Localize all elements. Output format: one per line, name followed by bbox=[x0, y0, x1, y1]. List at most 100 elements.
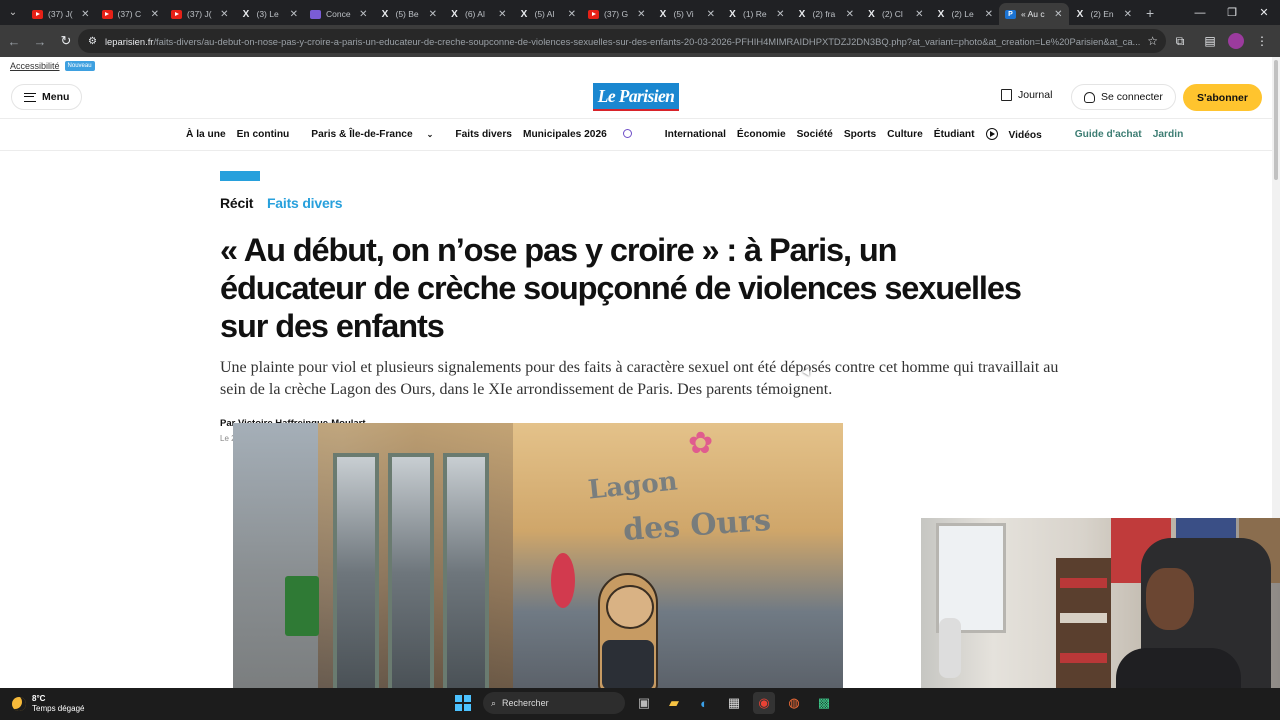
close-tab-icon[interactable]: ✕ bbox=[1124, 9, 1132, 20]
nav-item-paris-label: Paris & Île-de-France bbox=[311, 129, 413, 140]
browser-tab[interactable]: (37) G ✕ bbox=[582, 3, 652, 25]
nav-item-sports[interactable]: Sports bbox=[844, 129, 876, 140]
webcam-bookshelf bbox=[1056, 558, 1111, 708]
weather-widget[interactable]: 8°C Temps dégagé bbox=[12, 694, 84, 714]
nav-item-international[interactable]: International bbox=[665, 129, 726, 140]
close-tab-icon[interactable]: ✕ bbox=[498, 9, 506, 20]
nav-item-etudiant[interactable]: Étudiant bbox=[934, 129, 975, 140]
subscribe-button[interactable]: S'abonner bbox=[1183, 84, 1262, 111]
journal-link[interactable]: Journal bbox=[1001, 89, 1052, 101]
close-tab-icon[interactable]: ✕ bbox=[637, 9, 645, 20]
nav-item-videos[interactable]: Vidéos bbox=[985, 128, 1053, 141]
webcam-books bbox=[1060, 578, 1107, 588]
browser-tab[interactable]: X (5) Be ✕ bbox=[374, 3, 444, 25]
article-section-link[interactable]: Faits divers bbox=[267, 195, 343, 211]
le-parisien-logo[interactable]: Le Parisien bbox=[593, 83, 679, 111]
browser-tab[interactable]: X (5) Vi ✕ bbox=[652, 3, 722, 25]
bookmark-star-icon[interactable]: ☆ bbox=[1147, 34, 1158, 48]
close-tab-icon[interactable]: ✕ bbox=[707, 9, 715, 20]
nav-item-culture[interactable]: Culture bbox=[887, 129, 923, 140]
firefox-icon[interactable]: ◍ bbox=[783, 692, 805, 714]
nav-item-paris[interactable]: Paris & Île-de-France ⌄ bbox=[311, 129, 444, 140]
nav-item-societe[interactable]: Société bbox=[797, 129, 833, 140]
browser-tab[interactable]: (37) C ✕ bbox=[96, 3, 166, 25]
windows-taskbar: 8°C Temps dégagé ⌕ Rechercher ▣ ▰ ◐ ▦ ◉ … bbox=[0, 688, 1280, 720]
close-tab-icon[interactable]: ✕ bbox=[290, 9, 298, 20]
nav-item-a-la-une[interactable]: À la une bbox=[186, 129, 226, 140]
extension-icon bbox=[310, 9, 321, 19]
task-view-icon[interactable]: ▣ bbox=[633, 692, 655, 714]
new-tab-button[interactable]: + bbox=[1146, 5, 1154, 21]
accessibility-link[interactable]: Accessibilité bbox=[10, 61, 60, 71]
nav-item-economie[interactable]: Économie bbox=[737, 129, 786, 140]
browser-tab-active[interactable]: P « Au c ✕ bbox=[999, 3, 1069, 25]
nav-item-municipales-label: Municipales 2026 bbox=[522, 129, 607, 140]
browser-tab[interactable]: X (2) fra ✕ bbox=[791, 3, 861, 25]
tab-list: (37) J(✕ (37) C ✕ (37) J(✕ X (3) Le ✕ Conce… bbox=[26, 0, 1138, 25]
browser-tab[interactable]: X (5) Al ✕ bbox=[513, 3, 583, 25]
close-tab-icon[interactable]: ✕ bbox=[568, 9, 576, 20]
profile-avatar[interactable] bbox=[1228, 33, 1244, 49]
windows-start-icon[interactable] bbox=[455, 695, 471, 711]
close-window-icon[interactable]: ✕ bbox=[1248, 0, 1280, 25]
taskbar-apps: ⌕ Rechercher ▣ ▰ ◐ ▦ ◉ ◍ ▩ bbox=[455, 692, 835, 714]
x-icon: X bbox=[659, 8, 667, 20]
extensions-icon[interactable]: ⧉ bbox=[1168, 29, 1192, 53]
browser-tab[interactable]: X (2) Le ✕ bbox=[930, 3, 1000, 25]
close-tab-icon[interactable]: ✕ bbox=[359, 9, 367, 20]
sidebar-icon[interactable]: ▤ bbox=[1198, 29, 1222, 53]
browser-tab[interactable]: X (3) Le ✕ bbox=[235, 3, 305, 25]
browser-tab[interactable]: (37) J(✕ bbox=[26, 3, 96, 25]
article-kicker: Récit Faits divers bbox=[220, 195, 1070, 211]
chrome-icon[interactable]: ◉ bbox=[753, 692, 775, 714]
reload-icon[interactable]: ↻ bbox=[54, 29, 78, 53]
close-tab-icon[interactable]: ✕ bbox=[776, 9, 784, 20]
nav-item-municipales[interactable]: Municipales 2026 bbox=[523, 129, 643, 140]
back-icon[interactable]: ← bbox=[2, 29, 26, 53]
browser-tab[interactable]: Conce ✕ bbox=[304, 3, 374, 25]
le-parisien-icon: P bbox=[1005, 9, 1016, 19]
article-photo[interactable]: Lagon des Ours ✿ bbox=[233, 423, 843, 688]
address-bar[interactable]: ⚙ leparisien.fr/faits-divers/au-debut-on… bbox=[78, 29, 1166, 53]
maximize-icon[interactable]: ❐ bbox=[1216, 0, 1248, 25]
nav-item-en-continu[interactable]: En continu bbox=[237, 129, 290, 140]
browser-tab[interactable]: X (2) En ✕ bbox=[1069, 3, 1139, 25]
play-icon bbox=[985, 128, 998, 140]
journal-label: Journal bbox=[1018, 89, 1053, 101]
nav-item-guide-achat[interactable]: Guide d'achat bbox=[1075, 129, 1142, 140]
nav-item-jardin[interactable]: Jardin bbox=[1153, 129, 1184, 140]
nav-item-faits-divers[interactable]: Faits divers bbox=[455, 129, 512, 140]
edge-icon[interactable]: ◐ bbox=[693, 692, 715, 714]
minimize-icon[interactable]: — bbox=[1184, 0, 1216, 25]
site-info-icon[interactable]: ⚙ bbox=[88, 36, 97, 47]
photo-bear-illustration bbox=[598, 573, 658, 688]
x-icon: X bbox=[937, 8, 945, 20]
close-tab-icon[interactable]: ✕ bbox=[220, 9, 228, 20]
close-tab-icon[interactable]: ✕ bbox=[915, 9, 923, 20]
file-explorer-icon[interactable]: ▰ bbox=[663, 692, 685, 714]
login-button[interactable]: Se connecter bbox=[1071, 84, 1176, 110]
accessibility-bar: Accessibilité Nouveau bbox=[10, 61, 95, 71]
close-tab-icon[interactable]: ✕ bbox=[985, 9, 993, 20]
x-icon: X bbox=[1076, 8, 1084, 20]
close-tab-icon[interactable]: ✕ bbox=[846, 9, 854, 20]
menu-label: Menu bbox=[42, 91, 70, 103]
browser-tab[interactable]: X (2) Cl ✕ bbox=[860, 3, 930, 25]
youtube-icon bbox=[101, 9, 113, 19]
url-text[interactable]: leparisien.fr/faits-divers/au-debut-on-n… bbox=[105, 36, 1141, 47]
taskbar-search[interactable]: ⌕ Rechercher bbox=[483, 692, 625, 714]
scrollbar-thumb[interactable] bbox=[1274, 60, 1278, 180]
browser-tab[interactable]: (37) J(✕ bbox=[165, 3, 235, 25]
close-tab-icon[interactable]: ✕ bbox=[1054, 9, 1062, 20]
browser-tab[interactable]: X (6) Al ✕ bbox=[443, 3, 513, 25]
app-icon[interactable]: ▩ bbox=[813, 692, 835, 714]
tab-search-button[interactable]: ⌄ bbox=[0, 0, 26, 25]
close-tab-icon[interactable]: ✕ bbox=[81, 9, 89, 20]
menu-button[interactable]: Menu bbox=[11, 84, 83, 110]
close-tab-icon[interactable]: ✕ bbox=[429, 9, 437, 20]
more-options-icon[interactable]: ⋮ bbox=[1250, 29, 1274, 53]
browser-tab[interactable]: X (1) Re ✕ bbox=[721, 3, 791, 25]
forward-icon[interactable]: → bbox=[28, 29, 52, 53]
store-icon[interactable]: ▦ bbox=[723, 692, 745, 714]
close-tab-icon[interactable]: ✕ bbox=[151, 9, 159, 20]
